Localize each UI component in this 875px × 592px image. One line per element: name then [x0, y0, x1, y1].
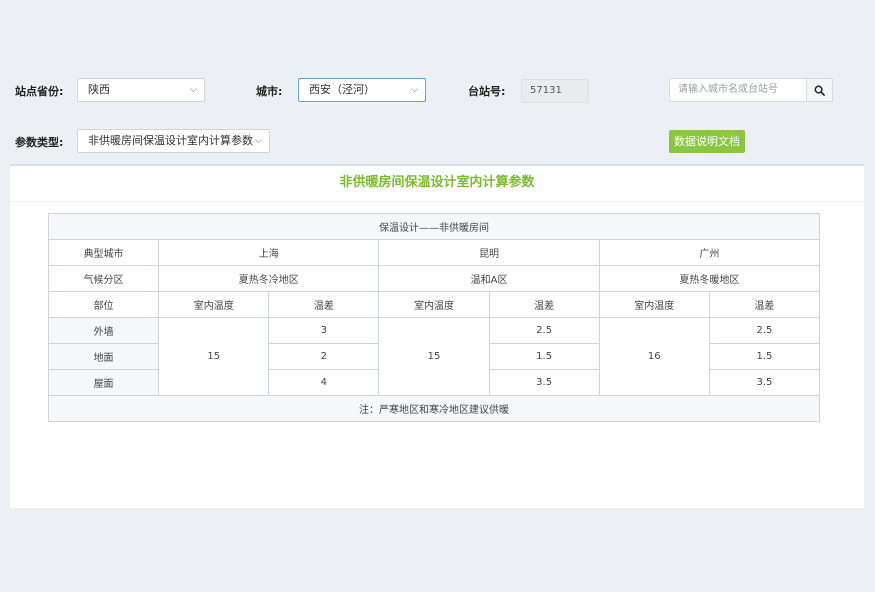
panel-title: 非供暖房间保温设计室内计算参数: [10, 166, 864, 202]
table-caption: 保温设计——非供暖房间: [48, 213, 820, 240]
part-cell: 地面: [47, 343, 160, 370]
zone-cell: 夏热冬冷地区: [158, 265, 380, 292]
param-type-value: 非供暖房间保温设计室内计算参数: [88, 134, 253, 147]
indoor-temp-header: 室内温度: [598, 291, 710, 318]
temp-diff-cell: 3: [268, 317, 380, 344]
data-doc-button[interactable]: 数据说明文档: [669, 130, 745, 153]
indoor-temp-header: 室内温度: [378, 291, 490, 318]
province-value: 陕西: [88, 83, 110, 96]
temp-diff-cell: 2.5: [708, 317, 821, 344]
params-table: 保温设计——非供暖房间 典型城市 上海 昆明 广州 气候分区 夏热冬冷地区 温和…: [47, 213, 821, 422]
zone-header: 气候分区: [47, 265, 160, 292]
city-value: 西安（泾河）: [309, 83, 375, 96]
table-note: 注：严寒地区和寒冷地区建议供暖: [48, 395, 820, 422]
chevron-down-icon: ⌵: [190, 85, 197, 95]
temp-diff-cell: 3.5: [488, 369, 600, 396]
search-button[interactable]: [806, 78, 833, 102]
station-field: 57131: [521, 79, 589, 103]
temp-diff-cell: 3.5: [708, 369, 821, 396]
temp-diff-cell: 4: [268, 369, 380, 396]
city-cell: 广州: [598, 239, 821, 266]
indoor-temp-header: 室内温度: [158, 291, 270, 318]
chevron-down-icon: ⌵: [255, 136, 262, 146]
city-cell: 昆明: [378, 239, 600, 266]
station-label: 台站号:: [468, 85, 506, 98]
temp-diff-cell: 2.5: [488, 317, 600, 344]
search-icon: [814, 85, 825, 96]
part-cell: 屋面: [47, 369, 160, 396]
search-input[interactable]: 请输入城市名或台站号: [669, 78, 807, 102]
temp-diff-cell: 1.5: [708, 343, 821, 370]
table-row: 外墙 15 3 15 2.5 16 2.5: [47, 317, 821, 396]
zone-cell: 温和A区: [378, 265, 600, 292]
city-cell: 上海: [158, 239, 380, 266]
part-header: 部位: [47, 291, 160, 318]
province-select[interactable]: 陕西 ⌵: [77, 78, 205, 102]
param-type-label: 参数类型:: [15, 136, 64, 149]
part-cell: 外墙: [47, 317, 160, 344]
city-select[interactable]: 西安（泾河） ⌵: [298, 78, 426, 102]
zone-cell: 夏热冬暖地区: [598, 265, 821, 292]
temp-diff-header: 温差: [708, 291, 821, 318]
indoor-temp-cell: 15: [158, 317, 270, 396]
indoor-temp-cell: 15: [378, 317, 490, 396]
province-label: 站点省份:: [15, 85, 64, 98]
result-panel: 非供暖房间保温设计室内计算参数 保温设计——非供暖房间 典型城市 上海 昆明 广…: [10, 164, 864, 508]
city-header: 典型城市: [47, 239, 160, 266]
param-type-select[interactable]: 非供暖房间保温设计室内计算参数 ⌵: [77, 129, 270, 153]
chevron-down-icon: ⌵: [411, 85, 418, 95]
temp-diff-header: 温差: [488, 291, 600, 318]
indoor-temp-cell: 16: [598, 317, 710, 396]
temp-diff-header: 温差: [268, 291, 380, 318]
city-label: 城市:: [256, 85, 283, 98]
temp-diff-cell: 2: [268, 343, 380, 370]
temp-diff-cell: 1.5: [488, 343, 600, 370]
